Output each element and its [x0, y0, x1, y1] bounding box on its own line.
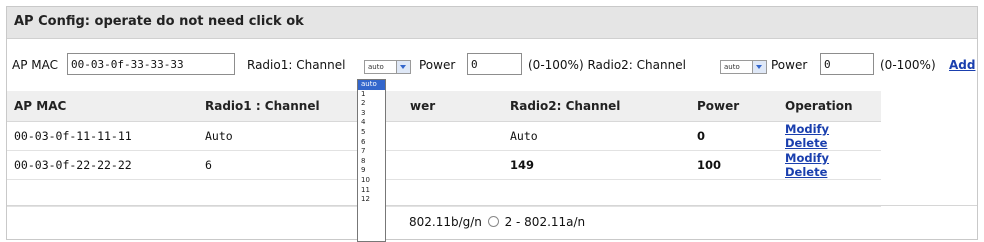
dropdown-option[interactable]: 1 [358, 90, 385, 100]
cell-radio2-channel: 149 [503, 150, 690, 180]
power1-hint: (0-100%) Radio2: Channel [528, 58, 686, 72]
dropdown-option[interactable]: 8 [358, 157, 385, 167]
dropdown-option[interactable]: 6 [358, 138, 385, 148]
radio-mode-options: 802.11b/g/n 2 - 802.11a/n [409, 215, 585, 229]
power1-input[interactable] [467, 53, 522, 75]
dropdown-option[interactable]: 9 [358, 166, 385, 176]
power2-hint: (0-100%) [880, 58, 936, 72]
ap-config-panel: AP Config: operate do not need click ok … [6, 6, 978, 240]
col-radio2-channel: Radio2: Channel [503, 91, 690, 122]
radio-option-label-2: 2 - 802.11a/n [504, 215, 586, 229]
cell-ap-mac: 00-03-0f-22-22-22 [7, 150, 198, 180]
add-button[interactable]: Add [949, 58, 975, 72]
dropdown-option[interactable]: 7 [358, 147, 385, 157]
radio2-channel-select[interactable]: auto [720, 60, 767, 74]
col-ap-mac: AP MAC [7, 91, 198, 122]
cell-power1 [370, 121, 503, 151]
cell-radio2-channel: Auto [503, 121, 690, 151]
cell-operation: Modify Delete [778, 150, 881, 180]
power2-input[interactable] [820, 53, 874, 75]
power2-label: Power [771, 58, 808, 72]
cell-power1 [370, 150, 503, 180]
delete-link[interactable]: Delete [785, 165, 827, 179]
table-row-empty [7, 179, 881, 207]
power1-label: Power [419, 58, 456, 72]
modify-link[interactable]: Modify [785, 151, 829, 165]
dropdown-option[interactable]: 11 [358, 186, 385, 196]
ap-table: AP MAC Radio1 : Channel wer Radio2: Chan… [7, 91, 881, 207]
chevron-down-icon[interactable] [752, 61, 766, 73]
col-operation: Operation [778, 91, 881, 122]
radio2-channel-value: auto [724, 63, 740, 71]
dropdown-option[interactable]: 10 [358, 176, 385, 186]
table-header-row: AP MAC Radio1 : Channel wer Radio2: Chan… [7, 91, 881, 122]
cell-operation: Modify Delete [778, 121, 881, 151]
radio1-channel-value: auto [368, 63, 384, 71]
cell-power2: 0 [690, 121, 778, 151]
table-row: 00-03-0f-22-22-22 6 149 100 Modify Delet… [7, 150, 881, 180]
dropdown-option[interactable]: auto [358, 80, 385, 90]
radio1-channel-label: Radio1: Channel [247, 58, 346, 72]
cell-radio1-channel: Auto [198, 121, 370, 151]
cell-power2: 100 [690, 150, 778, 180]
add-ap-form: AP MAC Radio1: Channel auto Power (0-100… [7, 45, 977, 85]
ap-mac-input[interactable] [67, 53, 235, 75]
cell-radio1-channel: 6 [198, 150, 370, 180]
radio1-channel-select[interactable]: auto [364, 60, 411, 74]
col-power1: wer [370, 91, 503, 122]
dropdown-option[interactable]: 5 [358, 128, 385, 138]
table-row: 00-03-0f-11-11-11 Auto Auto 0 Modify Del… [7, 121, 881, 151]
cell-ap-mac: 00-03-0f-11-11-11 [7, 121, 198, 151]
modify-link[interactable]: Modify [785, 122, 829, 136]
col-radio1-channel: Radio1 : Channel [198, 91, 370, 122]
dropdown-option[interactable]: 12 [358, 195, 385, 205]
chevron-down-icon[interactable] [396, 61, 410, 73]
radio-button[interactable] [487, 216, 499, 227]
dropdown-option[interactable]: 4 [358, 118, 385, 128]
ap-mac-label: AP MAC [12, 58, 58, 72]
panel-title: AP Config: operate do not need click ok [7, 7, 977, 39]
delete-link[interactable]: Delete [785, 136, 827, 150]
radio-option-label-1: 802.11b/g/n [409, 215, 482, 229]
dropdown-option[interactable]: 2 [358, 99, 385, 109]
channel-dropdown-list[interactable]: auto 1 2 3 4 5 6 7 8 9 10 11 12 [357, 79, 386, 242]
dropdown-option[interactable]: 3 [358, 109, 385, 119]
radio-mode-row: 802.11b/g/n 2 - 802.11a/n [7, 205, 977, 240]
col-power2: Power [690, 91, 778, 122]
